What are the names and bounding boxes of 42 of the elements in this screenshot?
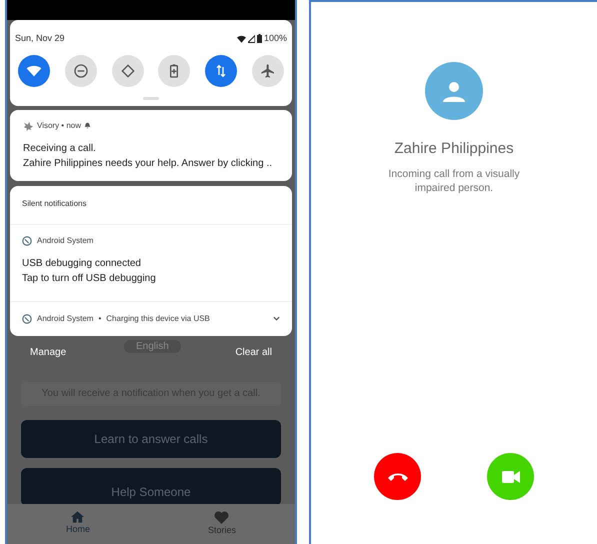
- person-icon: [442, 79, 466, 103]
- app-name: Visory • now: [37, 120, 82, 132]
- notification-title: Receiving a call.: [23, 142, 97, 156]
- app-name: Android System: [37, 234, 94, 246]
- quick-tile[interactable]: [158, 54, 190, 86]
- quick-tile[interactable]: [112, 54, 144, 86]
- heart-icon: [214, 510, 230, 524]
- quick-tile[interactable]: [18, 54, 50, 86]
- home-icon: [71, 511, 84, 524]
- notification-text: Tap to turn off USB debugging: [22, 272, 157, 286]
- android-system-icon: [22, 314, 32, 324]
- notification-title: USB debugging connected: [22, 256, 142, 270]
- quick-tile[interactable]: [64, 54, 97, 86]
- airplane-icon: [260, 62, 276, 78]
- android-system-icon: [22, 236, 32, 246]
- section-header: Silent notifications: [10, 186, 292, 224]
- notification-card[interactable]: Visory • now Receiving a call. Zahire Philippines needs your help. Answer by clicking ..: [10, 110, 292, 180]
- battery-icon: [256, 34, 262, 44]
- battery-text: 100%: [264, 32, 287, 45]
- hang-up-icon: [386, 472, 408, 482]
- caller-name: Zahire Philippines: [394, 139, 514, 159]
- wifi-icon: [236, 34, 246, 43]
- do-not-disturb-icon: [72, 62, 89, 78]
- call-message: Incoming call from a visually impaired person.: [387, 166, 521, 194]
- signal-icon: [248, 34, 255, 43]
- clear-all-button[interactable]: Clear all: [235, 344, 272, 360]
- video-camera-icon: [502, 470, 520, 482]
- app-name: Android System: [37, 312, 94, 324]
- separator-dot: •: [98, 312, 102, 324]
- notification-text: Charging this device via USB: [106, 312, 211, 324]
- notification-item[interactable]: Android System USB debugging connected Tap to turn off USB debugging: [10, 224, 292, 302]
- rotate-icon: [120, 62, 136, 78]
- drag-handle[interactable]: [143, 96, 159, 100]
- chevron-down-icon[interactable]: [273, 316, 280, 321]
- notification-text: Zahire Philippines needs your help. Answer by clicking ..: [23, 156, 274, 170]
- bell-icon: [84, 122, 92, 129]
- notification-item[interactable]: Android System • Charging this device via USB: [10, 302, 292, 336]
- quick-tile[interactable]: [252, 54, 284, 86]
- date-text: Sun, Nov 29: [15, 32, 65, 45]
- decline-call-button[interactable]: [374, 453, 421, 500]
- quick-tile[interactable]: [205, 54, 238, 86]
- manage-button[interactable]: Manage: [30, 344, 66, 360]
